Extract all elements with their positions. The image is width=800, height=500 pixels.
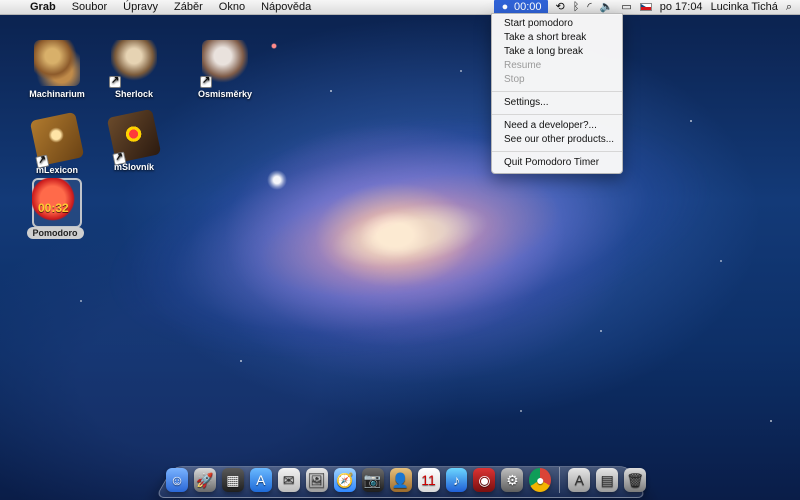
red-star [271,43,277,49]
menu-okno[interactable]: Okno [211,0,253,14]
alias-arrow-icon [35,154,50,169]
facetime-icon[interactable]: 📷 [361,468,384,492]
launchpad-icon[interactable]: 🚀 [193,468,216,492]
flag-triangle [640,4,646,10]
preview-icon[interactable]: 🖼 [305,468,328,492]
applications-folder-icon[interactable]: A [568,468,591,492]
menu-item-stop: Stop [504,74,525,85]
desktop-icon-pomodoro[interactable]: 00:32 Pomodoro [20,178,90,239]
chrome-icon[interactable]: ● [529,468,552,492]
alias-arrow-icon [112,151,127,166]
bluetooth-icon[interactable]: ᛒ [573,0,580,14]
finder-icon[interactable]: ☺ [166,468,188,492]
star [690,120,692,122]
desktop-icon-machinarium[interactable]: Machinarium [22,40,92,100]
desktop-icon-label-selected: Pomodoro [26,227,84,239]
star [520,410,522,412]
menu-item-resume: Resume [504,60,542,71]
star [240,360,242,362]
pomodoro-icon: ● [501,1,509,13]
star [770,420,772,422]
menu-bar-right: ● 00:00 ⟲ ᛒ ◜ 🔈 ▭ po 17:04 Lucinka Tichá… [494,0,800,14]
contacts-icon[interactable]: 👤 [389,468,412,492]
menu-bar: Grab Soubor Úpravy Záběr Okno Nápověda ●… [0,0,800,15]
menu-napoveda[interactable]: Nápověda [253,0,319,14]
volume-icon[interactable]: 🔈 [600,0,614,14]
app-store-icon[interactable]: A [249,468,272,492]
star [460,70,462,72]
menu-zaber[interactable]: Záběr [166,0,211,14]
osmismerky-app-icon [200,40,248,88]
menu-item-settings[interactable]: Settings... [492,96,622,110]
user-name[interactable]: Lucinka Tichá [711,0,778,14]
alias-arrow-icon [109,75,121,88]
spotlight-search-icon[interactable]: ⌕ [786,0,792,14]
wifi-icon[interactable]: ◜ [587,0,591,14]
pomodoro-dropdown-menu: Start pomodoro Take a short break Take a… [491,13,623,174]
input-source-czech-flag-icon[interactable] [639,3,652,11]
photo-booth-icon[interactable]: ◉ [473,468,496,492]
star [330,90,332,92]
documents-folder-icon[interactable]: ▤ [596,468,619,492]
calendar-icon[interactable]: 11 [417,468,440,492]
clock[interactable]: po 17:04 [660,0,703,14]
time-machine-icon[interactable]: ⟲ [556,0,565,14]
menu-bar-left: Grab Soubor Úpravy Záběr Okno Nápověda [0,0,319,14]
pomodoro-app-icon: 00:32 [32,178,78,224]
star [80,300,82,302]
galaxy-wallpaper [84,67,736,403]
bright-star [267,170,287,190]
menu-item-start-pomodoro[interactable]: Start pomodoro [492,17,622,31]
machinarium-app-icon [34,40,80,86]
dock: ☺ 🚀 ▦ A ✉ 🖼 🧭 📷 👤 11 ♪ ◉ ⚙ ● A ▤ 🗑 [166,464,647,496]
mslovnik-app-icon [106,108,162,166]
safari-icon[interactable]: 🧭 [333,468,356,492]
mission-control-icon[interactable]: ▦ [221,468,244,492]
menu-soubor[interactable]: Soubor [64,0,115,14]
menu-separator [492,151,622,152]
app-menu-grab[interactable]: Grab [22,0,64,14]
desktop-icon-mlexicon[interactable]: mLexicon [22,111,92,176]
itunes-icon[interactable]: ♪ [445,468,468,492]
trash-icon[interactable]: 🗑 [624,468,647,492]
desktop-icon-label: Osmisměrky [197,89,253,99]
desktop-icon-label: Sherlock [114,89,154,99]
mail-icon[interactable]: ✉ [277,468,300,492]
menu-upravy[interactable]: Úpravy [115,0,166,14]
mlexicon-app-icon [29,111,85,169]
star [600,330,602,332]
menu-separator [492,91,622,92]
desktop-icon-label: Machinarium [29,89,85,99]
dock-separator [559,467,561,493]
pomodoro-icon-timer: 00:32 [38,201,69,215]
menu-item-need-developer[interactable]: Need a developer?... [492,119,622,133]
menu-separator [492,114,622,115]
menu-item-long-break[interactable]: Take a long break [492,45,622,59]
menu-item-short-break[interactable]: Take a short break [492,31,622,45]
battery-icon[interactable]: ▭ [621,0,631,14]
sherlock-app-icon [109,40,157,88]
menu-item-other-products[interactable]: See our other products... [492,133,622,147]
system-preferences-icon[interactable]: ⚙ [501,468,524,492]
desktop-icon-osmismerky[interactable]: Osmisměrky [190,40,260,100]
menu-item-quit[interactable]: Quit Pomodoro Timer [492,156,622,170]
alias-arrow-icon [200,75,212,88]
desktop-icon-mslovnik[interactable]: mSlovník [99,108,169,173]
desktop-icon-sherlock[interactable]: Sherlock [99,40,169,100]
pomodoro-menu-time: 00:00 [514,1,542,13]
star [720,260,722,262]
pomodoro-menu-extra[interactable]: ● 00:00 [494,0,548,14]
